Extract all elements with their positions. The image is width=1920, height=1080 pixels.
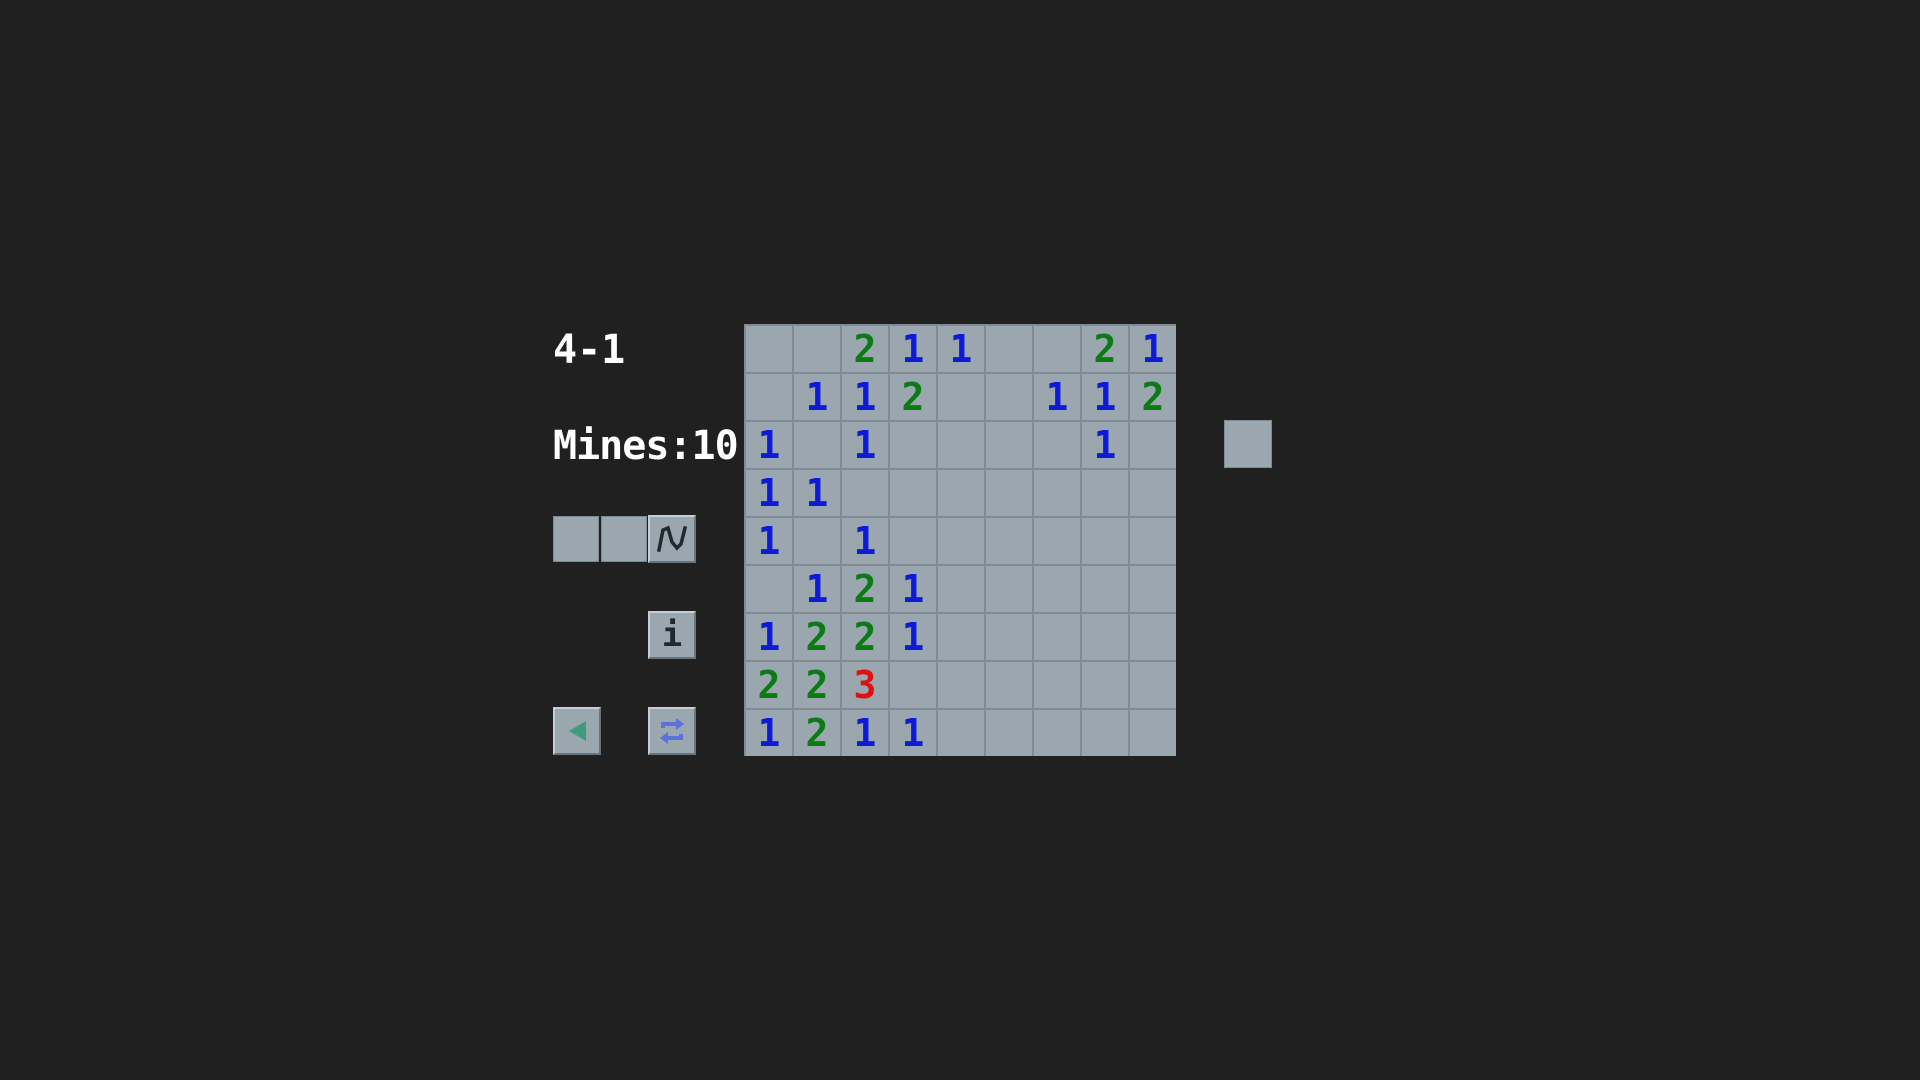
board-cell[interactable] [890, 470, 936, 516]
board-cell[interactable] [1130, 662, 1176, 708]
board-cell[interactable]: 2 [746, 662, 792, 708]
board-cell[interactable] [1034, 518, 1080, 564]
board-cell[interactable] [986, 326, 1032, 372]
board-cell[interactable]: 1 [1130, 326, 1176, 372]
board-cell[interactable] [1130, 470, 1176, 516]
board-cell[interactable] [1082, 566, 1128, 612]
board-cell[interactable]: 2 [794, 662, 840, 708]
board-cell[interactable] [1082, 662, 1128, 708]
board-cell[interactable] [938, 470, 984, 516]
board-cell[interactable] [1034, 710, 1080, 756]
board-cell[interactable]: 1 [1082, 374, 1128, 420]
tool-slot-1[interactable] [553, 516, 599, 562]
info-button[interactable]: i [648, 611, 696, 659]
board-cell[interactable]: 1 [890, 566, 936, 612]
board-cell[interactable] [938, 662, 984, 708]
board-cell[interactable]: 2 [1082, 326, 1128, 372]
board-cell[interactable] [1130, 710, 1176, 756]
board-cell[interactable] [986, 422, 1032, 468]
board-cell[interactable]: 1 [890, 326, 936, 372]
board-cell[interactable]: 1 [842, 422, 888, 468]
board-cell[interactable] [938, 518, 984, 564]
board-cell[interactable] [986, 374, 1032, 420]
board-cell[interactable] [986, 662, 1032, 708]
board-cell[interactable] [794, 326, 840, 372]
mines-counter: Mines:10 [553, 423, 739, 469]
board-cell[interactable]: 1 [746, 614, 792, 660]
board-cell[interactable]: 2 [890, 374, 936, 420]
board-cell[interactable]: 1 [1034, 374, 1080, 420]
board-cell[interactable] [938, 422, 984, 468]
board-cell[interactable]: 1 [746, 710, 792, 756]
board-cell[interactable] [1082, 710, 1128, 756]
board-cell[interactable] [1034, 326, 1080, 372]
tool-slot-2[interactable] [601, 516, 647, 562]
board-cell[interactable] [746, 326, 792, 372]
board-cell[interactable] [938, 566, 984, 612]
board-cell[interactable]: 1 [746, 422, 792, 468]
board-cell[interactable]: 1 [746, 470, 792, 516]
board-cell[interactable]: 2 [794, 710, 840, 756]
refresh-arrows-icon [660, 718, 684, 744]
board-cell[interactable]: 1 [938, 326, 984, 372]
board-cell[interactable]: 1 [842, 710, 888, 756]
board-cell[interactable] [986, 566, 1032, 612]
snake-squiggle-icon [656, 525, 688, 553]
board-cell[interactable] [1034, 614, 1080, 660]
board-cell[interactable] [890, 662, 936, 708]
board-cell[interactable]: 3 [842, 662, 888, 708]
board-cell[interactable]: 2 [842, 326, 888, 372]
board-cell[interactable] [1130, 518, 1176, 564]
board-cell[interactable] [986, 614, 1032, 660]
board-cell[interactable] [1130, 566, 1176, 612]
snake-tool-button[interactable] [648, 515, 696, 563]
board-cell[interactable]: 1 [794, 566, 840, 612]
board-cell[interactable]: 1 [794, 470, 840, 516]
board-cell[interactable] [938, 374, 984, 420]
board-cell[interactable]: 2 [794, 614, 840, 660]
board-cell[interactable]: 1 [1082, 422, 1128, 468]
board-cell[interactable] [986, 518, 1032, 564]
board-cell[interactable] [746, 374, 792, 420]
board-cell[interactable] [1034, 422, 1080, 468]
info-label: i [661, 615, 683, 655]
board-cell[interactable] [842, 470, 888, 516]
back-button[interactable] [553, 707, 601, 755]
board-cell[interactable] [986, 710, 1032, 756]
board-cell[interactable] [890, 422, 936, 468]
board-cell[interactable] [1082, 470, 1128, 516]
board-cell[interactable] [1034, 470, 1080, 516]
board-cell[interactable] [1130, 422, 1176, 468]
board-cell[interactable]: 1 [746, 518, 792, 564]
board-cell[interactable]: 1 [794, 374, 840, 420]
board-cell[interactable] [1082, 614, 1128, 660]
board-cell[interactable]: 2 [842, 566, 888, 612]
board-cell[interactable] [1082, 518, 1128, 564]
board-cell[interactable]: 1 [890, 710, 936, 756]
board-cell[interactable] [890, 518, 936, 564]
board-cell[interactable]: 2 [842, 614, 888, 660]
board-cell[interactable] [1130, 614, 1176, 660]
board-cell[interactable] [746, 566, 792, 612]
board-cell[interactable] [986, 470, 1032, 516]
side-cell[interactable] [1224, 420, 1272, 468]
board-cell[interactable] [938, 614, 984, 660]
board-cell[interactable]: 1 [890, 614, 936, 660]
board-cell[interactable]: 1 [842, 374, 888, 420]
triangle-left-icon [569, 721, 586, 741]
board-cell[interactable]: 1 [842, 518, 888, 564]
board-cell[interactable] [1034, 662, 1080, 708]
board-cell[interactable]: 2 [1130, 374, 1176, 420]
board-cell[interactable] [1034, 566, 1080, 612]
minesweeper-board: 21121112112111111112112212231211 [744, 324, 1176, 756]
board-cell[interactable] [794, 518, 840, 564]
board-cell[interactable] [794, 422, 840, 468]
board-cell[interactable] [938, 710, 984, 756]
level-title: 4-1 [553, 327, 626, 373]
restart-button[interactable] [648, 707, 696, 755]
